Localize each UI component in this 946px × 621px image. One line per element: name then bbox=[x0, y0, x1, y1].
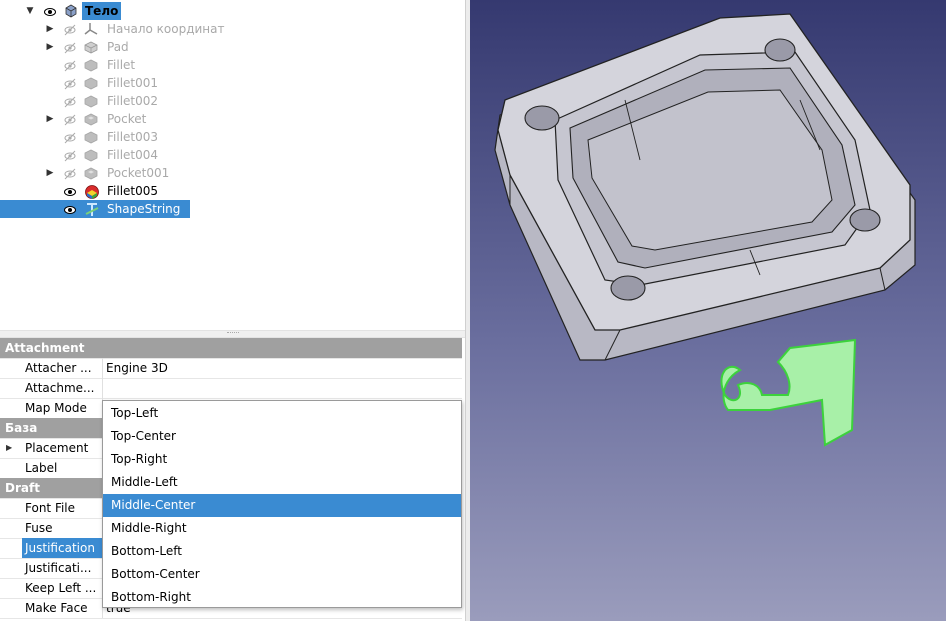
property-name: Fuse bbox=[25, 521, 53, 535]
dropdown-option[interactable]: Bottom-Right bbox=[103, 586, 461, 609]
group-label: Draft bbox=[5, 481, 40, 495]
visibility-eye-icon[interactable] bbox=[64, 200, 78, 221]
dropdown-option[interactable]: Bottom-Left bbox=[103, 540, 461, 563]
tree-item-label: Fillet001 bbox=[107, 76, 159, 90]
tree-item[interactable]: ▶ Pocket001 bbox=[0, 164, 465, 182]
3d-viewport[interactable] bbox=[470, 0, 946, 621]
justification-dropdown[interactable]: Top-Left Top-Center Top-Right Middle-Left Mi… bbox=[102, 400, 462, 608]
property-value[interactable] bbox=[102, 378, 106, 398]
tree-item-label: Pocket001 bbox=[107, 166, 170, 180]
property-name: Label bbox=[25, 461, 58, 475]
3d-scene bbox=[494, 13, 916, 447]
group-label: Attachment bbox=[5, 341, 85, 355]
shapestring-icon bbox=[84, 200, 100, 220]
tree-item[interactable]: ▶ Pad bbox=[0, 38, 465, 56]
tree-item[interactable]: ShapeString bbox=[0, 200, 465, 218]
model-plate bbox=[494, 13, 916, 361]
tree-item[interactable]: Fillet001 bbox=[0, 74, 465, 92]
dropdown-option[interactable]: Middle-Right bbox=[103, 517, 461, 540]
fillet-icon bbox=[84, 74, 100, 94]
group-label: База bbox=[5, 421, 38, 435]
dropdown-option[interactable]: Bottom-Center bbox=[103, 563, 461, 586]
fillet-icon bbox=[84, 56, 100, 76]
fillet-tip-icon bbox=[84, 182, 100, 202]
expanded-arrow-icon[interactable]: ▼ bbox=[25, 2, 35, 20]
tree-item-label: ShapeString bbox=[107, 202, 181, 216]
fillet-icon bbox=[84, 146, 100, 166]
property-name: Keep Left ... bbox=[25, 581, 97, 595]
property-name: Justification bbox=[22, 538, 103, 558]
tree-item[interactable]: Fillet003 bbox=[0, 128, 465, 146]
tree-item-label: Pad bbox=[107, 40, 129, 54]
fillet-icon bbox=[84, 92, 100, 112]
panel-splitter[interactable] bbox=[0, 330, 465, 338]
tree-item[interactable]: ▶ Pocket bbox=[0, 110, 465, 128]
dropdown-option[interactable]: Top-Right bbox=[103, 448, 461, 471]
collapsed-arrow-icon[interactable]: ▶ bbox=[45, 20, 55, 38]
tree-item-label: Fillet004 bbox=[107, 148, 159, 162]
property-name: Make Face bbox=[25, 601, 88, 615]
collapsed-arrow-icon[interactable]: ▶ bbox=[45, 110, 55, 128]
property-name: Attachme... bbox=[25, 381, 95, 395]
fillet-icon bbox=[84, 128, 100, 148]
dropdown-option[interactable]: Middle-Center bbox=[103, 494, 461, 517]
pad-icon bbox=[84, 38, 100, 58]
dropdown-option[interactable]: Top-Center bbox=[103, 425, 461, 448]
shapestring-glyph bbox=[720, 338, 857, 447]
model-tree: ▼ Тело ▶ Начало координат ▶ Pad Fillet Fillet00… bbox=[0, 0, 465, 330]
property-row[interactable]: Attachme... bbox=[0, 378, 462, 399]
collapsed-arrow-icon[interactable]: ▶ bbox=[45, 38, 55, 56]
property-group-header[interactable]: Attachment bbox=[0, 338, 462, 359]
pocket-icon bbox=[84, 164, 100, 184]
property-name: Placement bbox=[25, 441, 89, 455]
tree-item[interactable]: Fillet002 bbox=[0, 92, 465, 110]
collapsed-arrow-icon[interactable]: ▶ bbox=[45, 164, 55, 182]
property-value[interactable]: Engine 3D bbox=[102, 358, 168, 378]
tree-item[interactable]: Fillet004 bbox=[0, 146, 465, 164]
origin-icon bbox=[84, 20, 100, 40]
tree-item-label: Pocket bbox=[107, 112, 147, 126]
dropdown-option[interactable]: Top-Left bbox=[103, 402, 461, 425]
tree-item-label: Fillet002 bbox=[107, 94, 159, 108]
body-icon bbox=[64, 2, 80, 22]
tree-item[interactable]: ▶ Начало координат bbox=[0, 20, 465, 38]
tree-item-label: Fillet003 bbox=[107, 130, 159, 144]
expand-arrow-icon[interactable]: ▶ bbox=[6, 438, 12, 458]
dropdown-option[interactable]: Middle-Left bbox=[103, 471, 461, 494]
tree-item[interactable]: Fillet bbox=[0, 56, 465, 74]
property-name: Font File bbox=[25, 501, 76, 515]
tree-item[interactable]: ▼ Тело bbox=[0, 2, 465, 20]
tree-item[interactable]: Fillet005 bbox=[0, 182, 465, 200]
property-row[interactable]: Attacher ... Engine 3D bbox=[0, 358, 462, 379]
property-name: Map Mode bbox=[25, 401, 87, 415]
left-panel: ▼ Тело ▶ Начало координат ▶ Pad Fillet Fillet00… bbox=[0, 0, 465, 621]
property-name: Justificati... bbox=[25, 561, 92, 575]
pocket-icon bbox=[84, 110, 100, 130]
tree-item-label: Начало координат bbox=[107, 22, 225, 36]
tree-item-label: Fillet bbox=[107, 58, 136, 72]
tree-item-label: Fillet005 bbox=[107, 184, 159, 198]
property-name: Attacher ... bbox=[25, 361, 92, 375]
tree-item-label: Тело bbox=[82, 2, 122, 20]
